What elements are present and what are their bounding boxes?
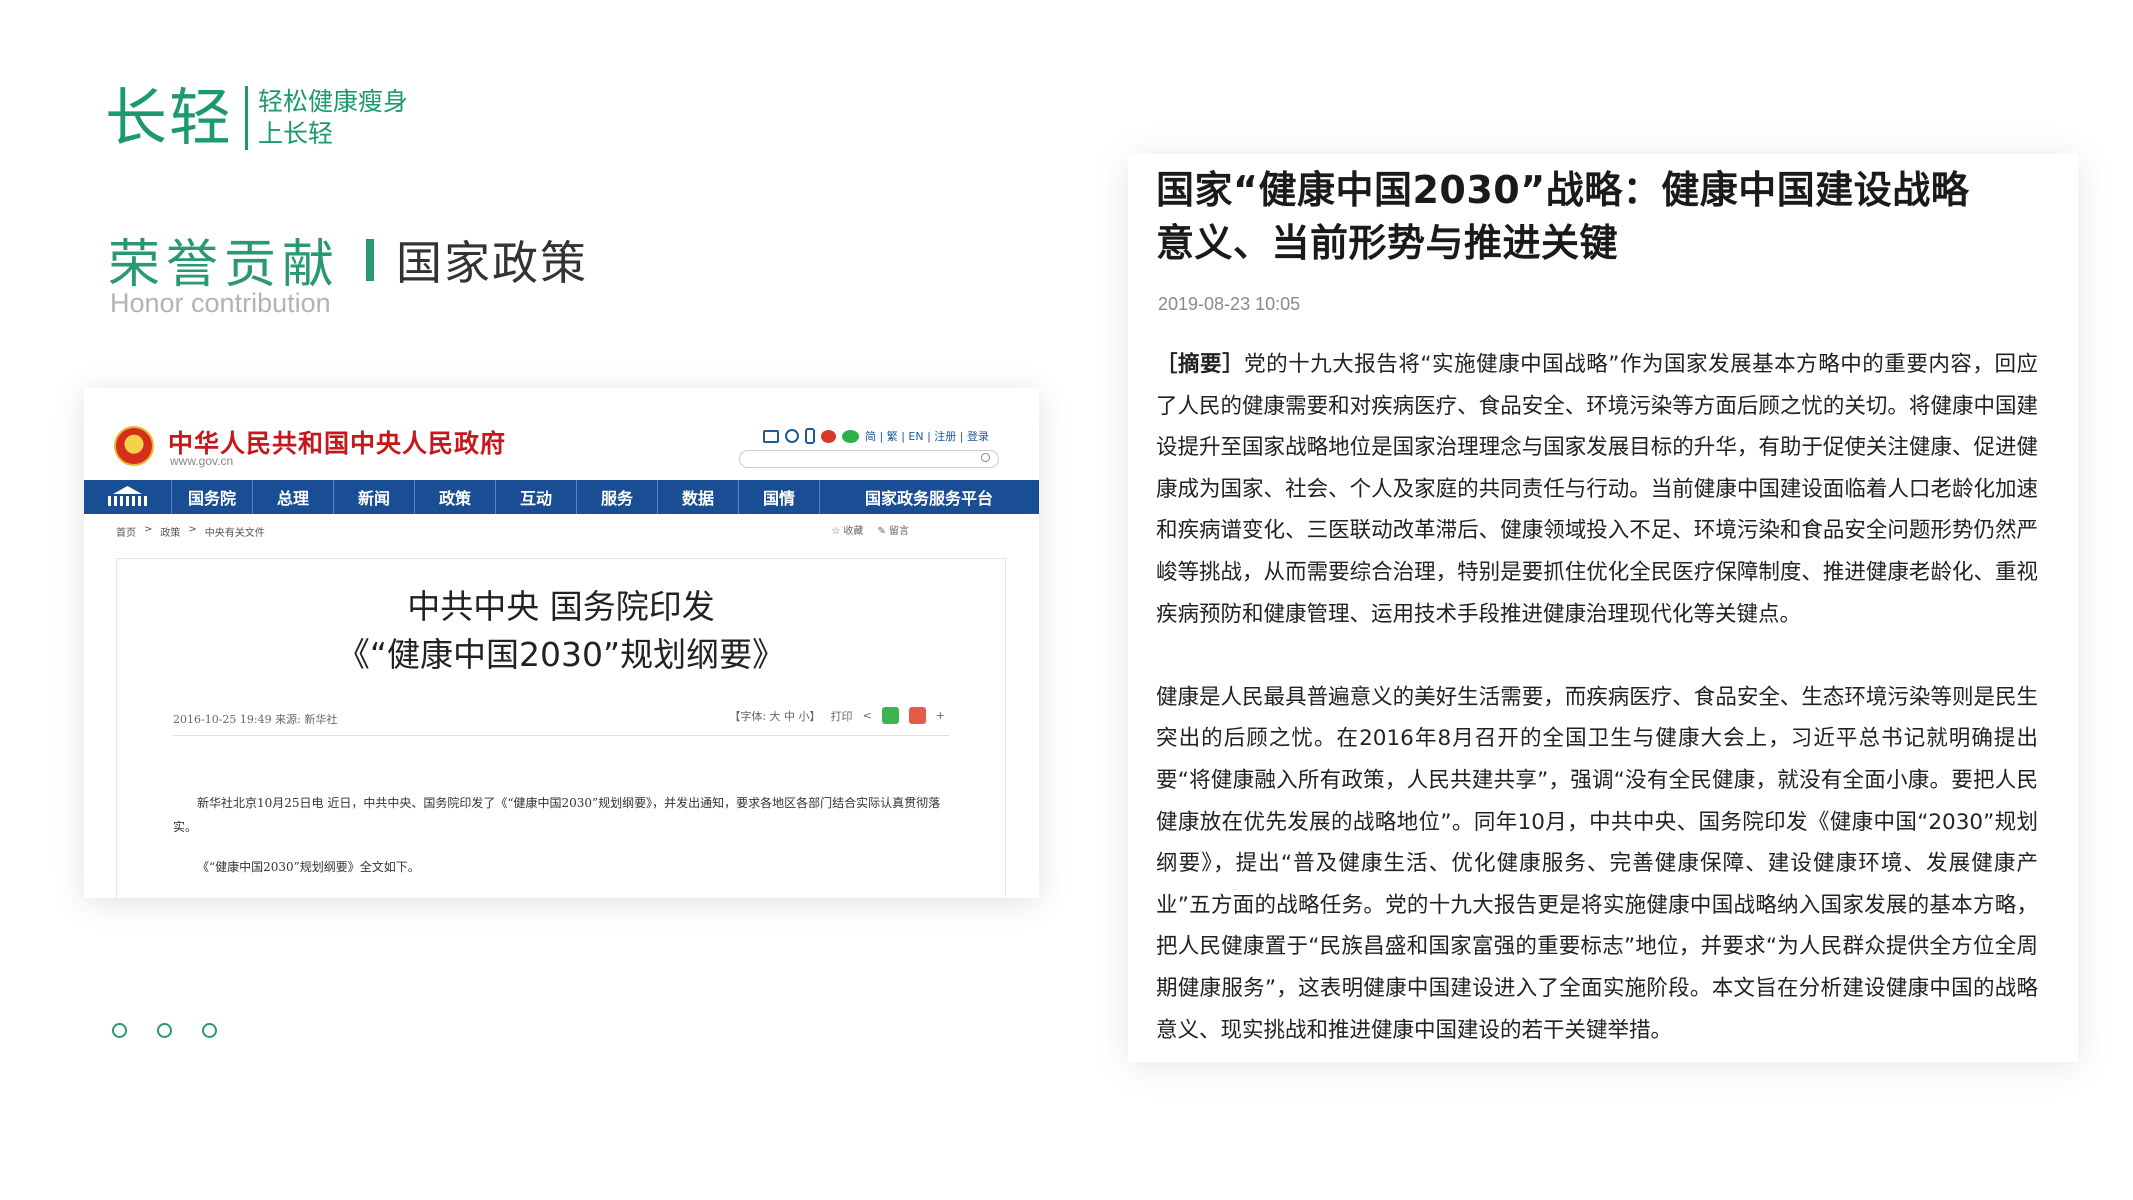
logo-text: 长轻	[105, 81, 234, 154]
doc-tools: 【字体: 大 中 小】 打印 < +	[729, 707, 945, 724]
gov-site-url: www.gov.cn	[170, 454, 234, 468]
nav-item-guowuyuan[interactable]: 国务院	[172, 480, 253, 514]
tiananmen-icon	[106, 486, 150, 508]
article-paragraph: 健康是人民最具普遍意义的美好生活需要，而疾病医疗、食品安全、生态环境污染等则是民…	[1156, 684, 2038, 1043]
nav-item-xinwen[interactable]: 新闻	[334, 480, 415, 514]
gov-tool-links[interactable]: 简 | 繁 | EN | 注册 | 登录	[865, 428, 989, 444]
mail-icon[interactable]	[763, 429, 780, 443]
nav-item-hudong[interactable]: 互动	[496, 480, 577, 514]
doc-paragraph: 新华社北京10月25日电 近日，中共中央、国务院印发了《“健康中国2030”规划…	[173, 796, 941, 834]
weibo-icon[interactable]	[821, 429, 837, 443]
article-title: 国家“健康中国2030”战略：健康中国建设战略意义、当前形势与推进关键	[1156, 168, 1970, 265]
nav-home[interactable]	[84, 480, 172, 514]
gov-header: 中华人民共和国中央人民政府 www.gov.cn 简 | 繁 | EN | 注册…	[84, 388, 1039, 480]
comment-button[interactable]: ✎ 留言	[877, 522, 909, 537]
abstract-text: 党的十九大报告将“实施健康中国战略”作为国家发展基本方略中的重要内容，回应了人民…	[1156, 352, 2038, 627]
doc-title-line2: 《“健康中国2030”规划纲要》	[336, 635, 786, 674]
breadcrumb: 首页 > 政策 > 中央有关文件	[116, 524, 265, 539]
gov-nav-bar: 国务院 总理 新闻 政策 互动 服务 数据 国情 国家政务服务平台	[84, 480, 1039, 514]
nav-item-guoqing[interactable]: 国情	[739, 480, 820, 514]
section-english: Honor contribution	[110, 288, 331, 318]
nav-item-shuju[interactable]: 数据	[658, 480, 739, 514]
dot-icon	[112, 1023, 127, 1038]
mobile-icon[interactable]	[805, 428, 816, 444]
dot-icon	[157, 1023, 172, 1038]
slogan-line1: 轻松健康瘦身	[258, 87, 409, 116]
article-abstract: ［摘要］党的十九大报告将“实施健康中国战略”作为国家发展基本方略中的重要内容，回…	[1156, 344, 2038, 635]
breadcrumb-policy[interactable]: 政策	[160, 524, 180, 539]
national-emblem-icon	[114, 426, 154, 466]
nav-item-service-platform[interactable]: 国家政务服务平台	[820, 480, 1038, 514]
weibo-share-icon[interactable]	[908, 707, 926, 724]
font-size-selector[interactable]: 【字体: 大 中 小】	[729, 708, 820, 724]
divider	[173, 735, 949, 736]
slogan-line2: 上长轻	[258, 119, 334, 148]
gov-search-input[interactable]	[739, 450, 999, 468]
share-icon[interactable]: <	[863, 709, 872, 722]
logo-divider	[245, 86, 249, 150]
article-date: 2019-08-23 10:05	[1158, 294, 1301, 314]
abstract-label: ［摘要］	[1156, 352, 1245, 377]
doc-paragraph: 《“健康中国2030”规划纲要》全文如下。	[197, 860, 420, 874]
gov-toolbar: 简 | 繁 | EN | 注册 | 登录	[763, 428, 989, 444]
decorative-dots	[112, 1023, 217, 1038]
more-share-icon[interactable]: +	[936, 709, 945, 722]
nav-item-zongli[interactable]: 总理	[253, 480, 334, 514]
breadcrumb-home[interactable]: 首页	[116, 524, 136, 539]
breadcrumb-docs[interactable]: 中央有关文件	[205, 524, 265, 539]
gov-page-actions: ☆ 收藏 ✎ 留言	[831, 522, 909, 537]
dot-icon	[202, 1023, 217, 1038]
message-icon[interactable]	[785, 429, 800, 443]
section-subtitle: 国家政策	[396, 235, 589, 290]
search-icon[interactable]	[981, 453, 990, 462]
slide: 长轻 轻松健康瘦身 上长轻 荣誉贡献 国家政策 Honor contributi…	[0, 0, 2133, 1200]
section-divider	[366, 238, 375, 281]
doc-title-line1: 中共中央 国务院印发	[407, 587, 715, 626]
wechat-share-icon[interactable]	[881, 707, 899, 724]
favorite-button[interactable]: ☆ 收藏	[831, 522, 863, 537]
nav-item-fuwu[interactable]: 服务	[577, 480, 658, 514]
wechat-icon[interactable]	[842, 429, 860, 443]
brand-logo: 长轻 轻松健康瘦身 上长轻	[105, 86, 408, 150]
section-heading: 荣誉贡献 国家政策	[108, 222, 588, 297]
gov-document: 中共中央 国务院印发 《“健康中国2030”规划纲要》 2016-10-25 1…	[116, 558, 1006, 898]
gov-site-screenshot: 中华人民共和国中央人民政府 www.gov.cn 简 | 繁 | EN | 注册…	[84, 388, 1039, 898]
breadcrumb-sep: >	[144, 524, 153, 535]
article-body: ［摘要］党的十九大报告将“实施健康中国战略”作为国家发展基本方略中的重要内容，回…	[1156, 344, 2038, 1093]
nav-item-zhengce[interactable]: 政策	[415, 480, 496, 514]
doc-meta: 2016-10-25 19:49 来源: 新华社	[173, 713, 338, 726]
article-card: 国家“健康中国2030”战略：健康中国建设战略意义、当前形势与推进关键 2019…	[1128, 154, 2078, 1062]
section-title: 荣誉贡献	[108, 235, 341, 295]
breadcrumb-sep: >	[188, 524, 197, 535]
logo-slogan: 轻松健康瘦身 上长轻	[258, 86, 408, 150]
print-button[interactable]: 打印	[831, 708, 853, 724]
